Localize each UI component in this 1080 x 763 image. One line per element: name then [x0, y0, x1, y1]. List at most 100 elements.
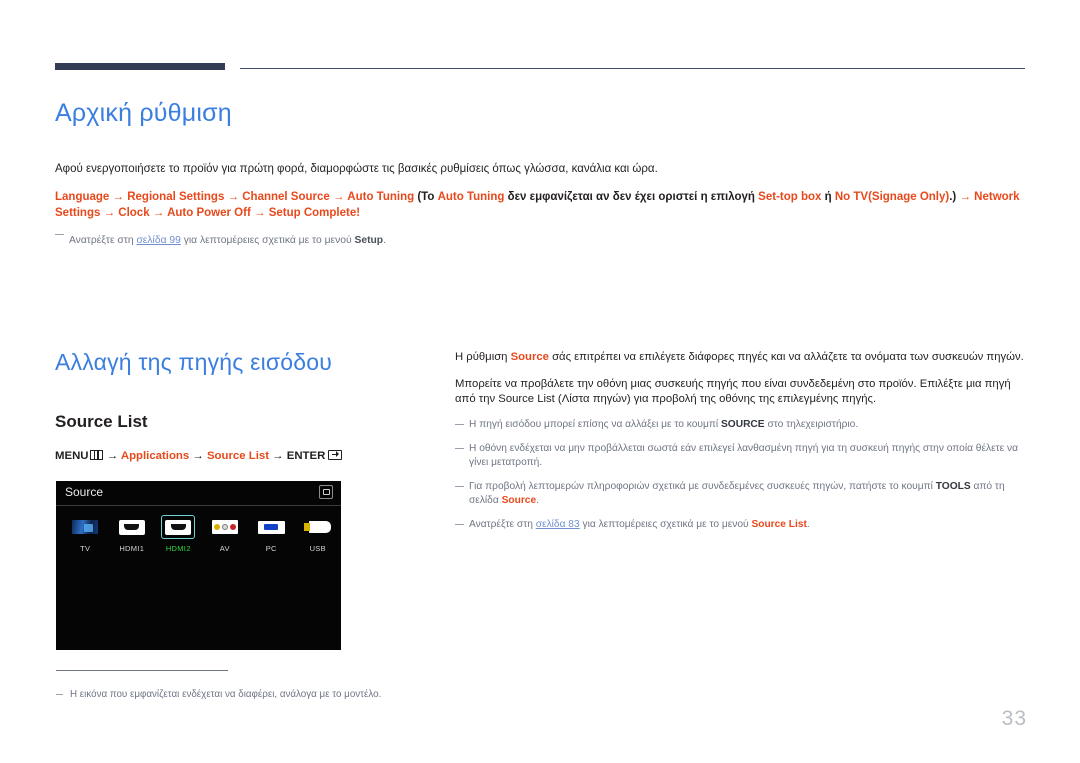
- source-note-1: Η πηγή εισόδου μπορεί επίσης να αλλάξει …: [455, 408, 1027, 432]
- note-dash-icon: [455, 523, 464, 525]
- source-list-osd-screenshot: Source TV HDMI1 HDMI2 AV PC USB: [56, 481, 341, 650]
- note3-text-e: .: [536, 494, 539, 506]
- note1-button-source: SOURCE: [721, 418, 765, 430]
- source-description-paragraph-1: Η ρύθμιση Source σάς επιτρέπει να επιλέγ…: [455, 350, 1027, 366]
- section-title: Αλλαγή της πηγής εισόδου: [55, 349, 333, 375]
- path-step-clock: Clock: [118, 206, 150, 219]
- menu-arrow: →: [192, 450, 204, 462]
- note1-text-a: Η πηγή εισόδου μπορεί επίσης να αλλάξει …: [469, 418, 719, 430]
- path-paren-open: (Το: [417, 191, 435, 203]
- note-text-after: .: [383, 235, 386, 246]
- path-arrow: →: [227, 191, 240, 203]
- image-note-separator: [56, 670, 228, 671]
- path-step-channel-source: Channel Source: [242, 191, 330, 203]
- note-dash-icon: [455, 485, 464, 487]
- path-paren-close: .): [949, 191, 957, 203]
- setup-reference-note: Ανατρέξτε στη σελίδα 99 για λεπτομέρειες…: [55, 221, 1030, 248]
- osd-item-pc[interactable]: PC: [248, 515, 295, 553]
- path-option-set-top-box: Set-top box: [758, 191, 822, 203]
- icon-wrap: [109, 515, 156, 539]
- desc-term-source: Source: [510, 351, 549, 363]
- path-option-no-tv: No TV(Signage Only): [834, 191, 950, 203]
- desc-text-c: σάς επιτρέπει να επιλέγετε διάφορες πηγέ…: [552, 351, 1024, 363]
- page-title: Αρχική ρύθμιση: [55, 99, 232, 127]
- menu-item-source-list: Source List: [206, 450, 269, 462]
- path-arrow: →: [103, 206, 116, 219]
- menu-enter-label: ENTER: [286, 450, 326, 462]
- osd-item-hdmi2[interactable]: HDMI2: [155, 515, 202, 553]
- icon-wrap-selected: [161, 515, 196, 539]
- page-header-rule: [55, 63, 1025, 75]
- source-note-4: Ανατρέξτε στη σελίδα 83 για λεπτομέρειες…: [455, 508, 1027, 532]
- path-step-setup-complete: Setup Complete!: [268, 206, 361, 219]
- path-step-regional-settings: Regional Settings: [127, 191, 225, 203]
- menu-grid-icon: [89, 450, 103, 460]
- note2-text: Η οθόνη ενδέχεται να μην προβάλλεται σωσ…: [469, 442, 1019, 468]
- osd-item-label: USB: [309, 544, 326, 553]
- usb-plug-icon: [304, 521, 332, 533]
- osd-item-label: HDMI2: [165, 544, 191, 553]
- menu-arrow: →: [272, 450, 284, 462]
- note-dash-icon: [455, 423, 464, 425]
- section-initial-setup: Αρχική ρύθμιση Αφού ενεργοποιήσετε το πρ…: [55, 98, 1030, 248]
- note4-text-b: για λεπτομέρειες σχετικά με το μενού: [582, 518, 749, 530]
- source-description-paragraph-2: Μπορείτε να προβάλετε την οθόνη μιας συσ…: [455, 377, 1011, 406]
- page-83-link[interactable]: σελίδα 83: [536, 519, 580, 530]
- hdmi-port-icon: [118, 519, 145, 535]
- hdmi-port-icon: [165, 519, 192, 535]
- image-disclaimer-note: Η εικόνα που εμφανίζεται ενδέχεται να δι…: [56, 688, 381, 701]
- note-text-middle: για λεπτομέρειες σχετικά με το μενού: [183, 235, 352, 246]
- note-dash-icon: [455, 447, 464, 449]
- note3-button-tools: TOOLS: [935, 480, 971, 492]
- osd-item-label: AV: [219, 544, 230, 553]
- note4-text-d: .: [806, 518, 810, 530]
- enter-key-icon: [328, 449, 343, 460]
- path-step-auto-tuning: Auto Tuning: [347, 191, 415, 203]
- note-menu-setup: Setup: [354, 235, 384, 246]
- section-change-input-source: Αλλαγή της πηγής εισόδου Source List MEN…: [55, 348, 415, 463]
- menu-item-applications: Applications: [120, 450, 190, 462]
- path-inline-text: δεν εμφανίζεται αν δεν έχει οριστεί η επ…: [507, 191, 755, 203]
- source-note-2: Η οθόνη ενδέχεται να μην προβάλλεται σωσ…: [455, 432, 1027, 470]
- image-note-text: Η εικόνα που εμφανίζεται ενδέχεται να δι…: [70, 688, 382, 700]
- note3-term-source: Source: [501, 494, 537, 506]
- page-99-link[interactable]: σελίδα 99: [136, 235, 180, 246]
- osd-item-av[interactable]: AV: [202, 515, 249, 553]
- icon-wrap: [295, 515, 342, 539]
- subsection-title: Source List: [55, 412, 148, 431]
- note-text-before: Ανατρέξτε στη: [69, 235, 134, 246]
- osd-item-tv[interactable]: TV: [62, 515, 109, 553]
- header-rule-thin: [240, 68, 1025, 69]
- menu-arrow: →: [106, 450, 119, 462]
- osd-item-usb[interactable]: USB: [295, 515, 342, 553]
- icon-wrap: [248, 515, 295, 539]
- icon-wrap: [62, 515, 109, 539]
- av-rca-icon: [211, 520, 238, 534]
- note1-text-c: στο τηλεχειριστήριο.: [767, 418, 859, 430]
- note3-text-a: Για προβολή λεπτομερών πληροφοριών σχετι…: [469, 480, 933, 492]
- path-inline-auto-tuning: Auto Tuning: [437, 191, 505, 203]
- intro-paragraph: Αφού ενεργοποιήσετε το προϊόν για πρώτη …: [55, 163, 658, 175]
- path-step-auto-power-off: Auto Power Off: [167, 206, 251, 219]
- osd-title: Source: [65, 485, 104, 499]
- page-number: 33: [1001, 707, 1027, 730]
- path-step-language: Language: [55, 191, 110, 203]
- screen-return-icon[interactable]: [319, 485, 333, 499]
- source-note-3: Για προβολή λεπτομερών πληροφοριών σχετι…: [455, 470, 1027, 508]
- path-arrow: →: [152, 206, 165, 219]
- icon-wrap: [202, 515, 249, 539]
- osd-source-items: TV HDMI1 HDMI2 AV PC USB: [56, 506, 341, 553]
- setup-navigation-path: Language → Regional Settings → Channel S…: [55, 177, 1030, 221]
- osd-item-label: TV: [80, 544, 91, 553]
- menu-navigation-path: MENU → Applications → Source List → ENTE…: [55, 432, 415, 463]
- osd-item-label: PC: [265, 544, 277, 553]
- menu-label: MENU: [55, 450, 89, 462]
- path-or-word: ή: [824, 191, 832, 203]
- osd-item-label: HDMI1: [119, 544, 145, 553]
- path-arrow: →: [959, 191, 971, 203]
- tv-screen-icon: [72, 520, 99, 534]
- note-dash-icon: [56, 693, 63, 695]
- osd-item-hdmi1[interactable]: HDMI1: [109, 515, 156, 553]
- desc-text-a: Η ρύθμιση: [455, 351, 508, 363]
- note-dash-icon: [55, 234, 64, 235]
